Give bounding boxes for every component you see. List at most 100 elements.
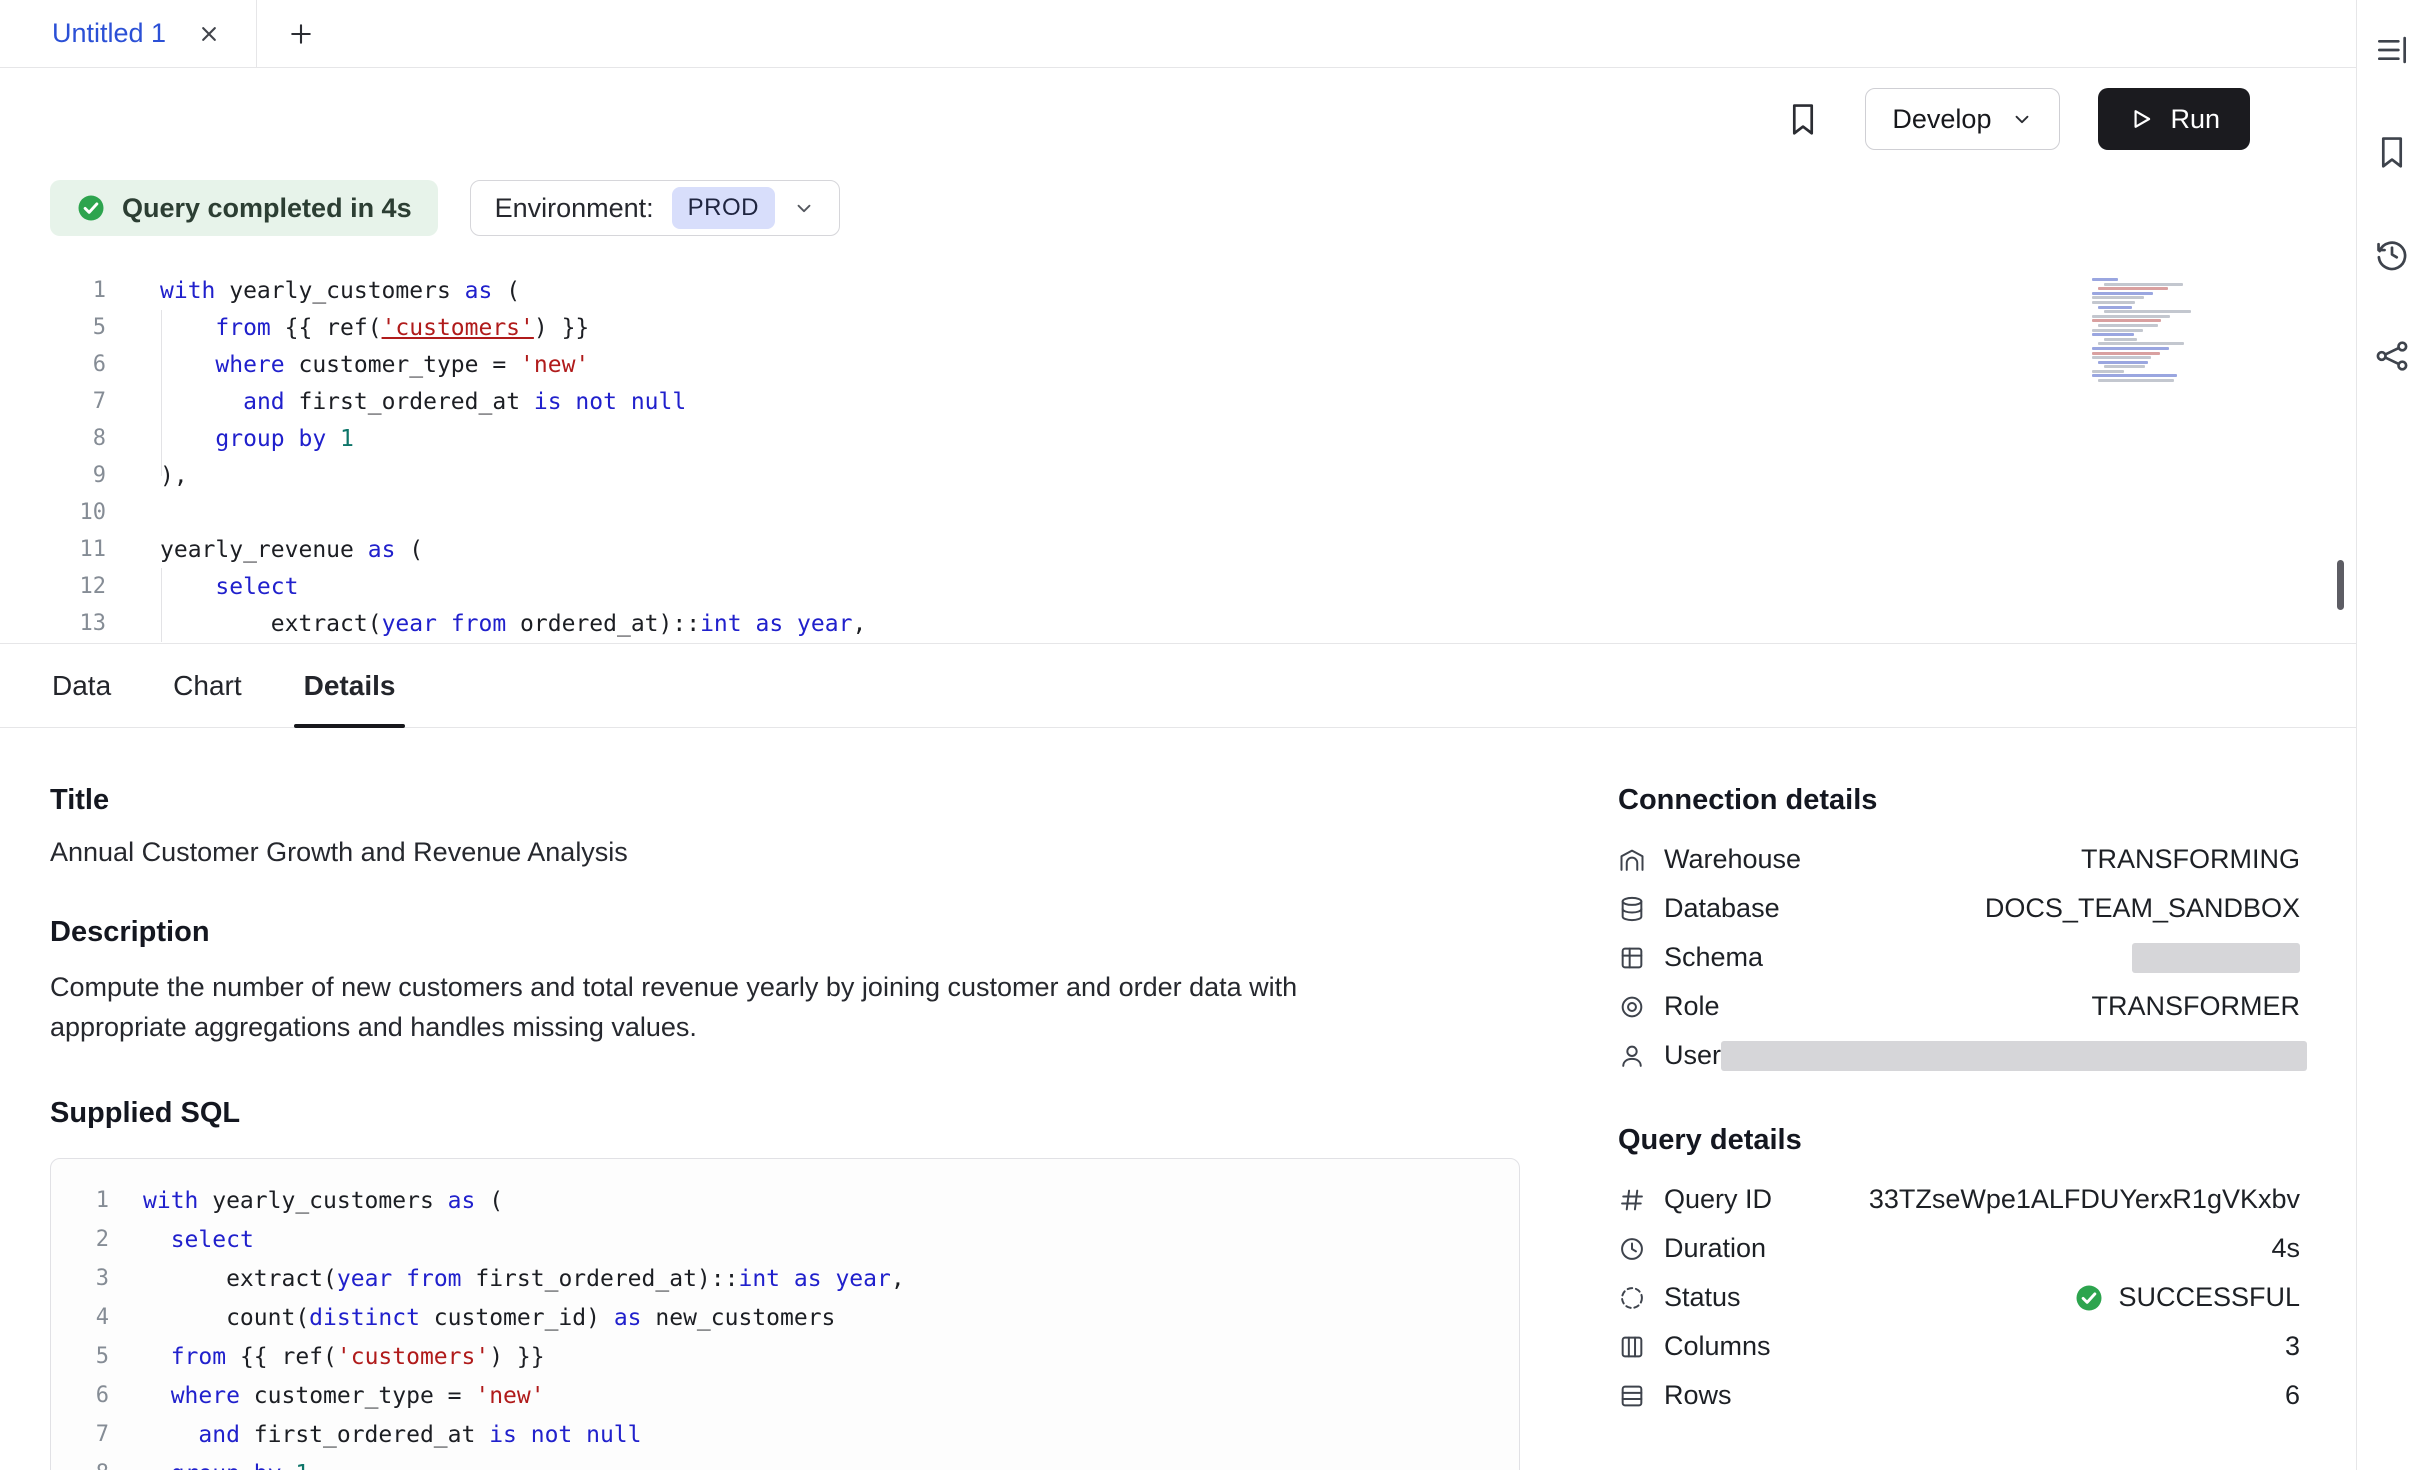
detail-label: Rows [1618,1380,1732,1411]
query-detail-row: StatusSUCCESSFUL [1618,1273,2300,1322]
detail-label: Role [1618,991,1720,1022]
line-number: 4 [51,1305,109,1330]
connection-row: Schema [1618,933,2300,982]
code-line: 1with yearly_customers as ( [51,1181,1519,1220]
line-number: 2 [51,1227,109,1252]
close-tab-button[interactable] [194,19,224,49]
lineage-button[interactable] [2368,332,2416,380]
detail-label: Duration [1618,1233,1766,1264]
editor-scrollbar[interactable] [2337,560,2344,610]
user-icon [1618,1042,1646,1070]
chevron-down-icon [2011,108,2033,130]
code-text: from {{ ref('customers') }} [106,315,589,341]
toolbar: Develop Run [0,68,2356,170]
query-list-icon [2373,31,2411,69]
code-line: 12 select [0,568,2356,605]
main-area: Untitled 1 Develop [0,0,2356,1470]
code-text: ), [106,463,188,489]
query-status-text: Query completed in 4s [122,193,412,224]
environment-selector[interactable]: Environment: PROD [470,180,840,236]
code-text: where customer_type = 'new' [106,352,589,378]
details-right-column: Connection details Warehouse TRANSFORMING… [1618,728,2300,1470]
description-value: Compute the number of new customers and … [50,967,1430,1047]
code-line: 4 count(distinct customer_id) as new_cus… [51,1298,1519,1337]
supplied-sql-heading: Supplied SQL [50,1097,1520,1130]
editor-tab-untitled[interactable]: Untitled 1 [0,0,257,67]
line-number: 8 [0,426,106,451]
detail-label: Query ID [1618,1184,1772,1215]
status-icon [1618,1284,1646,1312]
bookmark-button[interactable] [2368,128,2416,176]
schema-icon [1618,944,1646,972]
supplied-sql-block: 1with yearly_customers as (2 select3 ext… [50,1158,1520,1470]
editor-code: 1with yearly_customers as (5 from {{ ref… [0,272,2356,642]
query-details-heading: Query details [1618,1124,2300,1157]
detail-value: 3 [2285,1331,2300,1362]
code-text: and first_ordered_at is not null [106,389,686,415]
line-number: 6 [51,1383,109,1408]
develop-dropdown-button[interactable]: Develop [1865,88,2060,150]
run-label: Run [2170,104,2220,135]
app-root: Untitled 1 Develop [0,0,2426,1470]
code-text: group by 1 [106,426,354,452]
query-detail-row: Columns3 [1618,1322,2300,1371]
description-heading: Description [50,916,1520,949]
masked-value [2132,943,2300,973]
detail-value: TRANSFORMING [2081,844,2300,875]
code-text: from {{ ref('customers') }} [109,1344,545,1370]
detail-value: 6 [2285,1380,2300,1411]
bookmark-button[interactable] [1779,95,1827,143]
code-line: 5 from {{ ref('customers') }} [51,1337,1519,1376]
supplied-sql-code: 1with yearly_customers as (2 select3 ext… [51,1181,1519,1470]
connection-row: Warehouse TRANSFORMING [1618,835,2300,884]
tab-details[interactable]: Details [302,644,398,727]
code-line: 1with yearly_customers as ( [0,272,2356,309]
line-number: 1 [51,1188,109,1213]
rows-icon [1618,1382,1646,1410]
connection-row: DatabaseDOCS_TEAM_SANDBOX [1618,884,2300,933]
develop-label: Develop [1892,104,1991,135]
code-text: extract(year from ordered_at)::int as ye… [106,611,866,637]
lineage-icon [2373,337,2411,375]
code-line: 8 group by 1 [51,1454,1519,1470]
code-text: extract(year from first_ordered_at)::int… [109,1266,905,1292]
sql-editor[interactable]: 1with yearly_customers as (5 from {{ ref… [0,266,2356,644]
tab-data[interactable]: Data [50,644,113,727]
code-text: count(distinct customer_id) as new_custo… [109,1305,835,1331]
line-number: 6 [0,352,106,377]
code-text: with yearly_customers as ( [109,1188,503,1214]
tab-chart[interactable]: Chart [171,644,243,727]
code-line: 13 extract(year from ordered_at)::int as… [0,605,2356,642]
new-tab-button[interactable] [271,0,331,67]
connection-details-heading: Connection details [1618,784,2300,817]
columns-icon [1618,1333,1646,1361]
code-text: yearly_revenue as ( [106,537,423,563]
detail-label: Warehouse [1618,844,1801,875]
line-number: 13 [0,611,106,636]
detail-label: Status [1618,1282,1741,1313]
code-text: where customer_type = 'new' [109,1383,545,1409]
code-line: 7 and first_ordered_at is not null [0,383,2356,420]
hash-icon [1618,1186,1646,1214]
check-circle-icon [2074,1283,2104,1313]
status-row: Query completed in 4s Environment: PROD [0,170,2356,266]
query-status-pill: Query completed in 4s [50,180,438,236]
history-button[interactable] [2368,230,2416,278]
code-text: select [106,574,298,600]
line-number: 7 [51,1422,109,1447]
database-icon [1618,895,1646,923]
code-line: 5 from {{ ref('customers') }} [0,309,2356,346]
detail-value: DOCS_TEAM_SANDBOX [1985,893,2300,924]
indent-guide [161,568,162,642]
code-line: 6 where customer_type = 'new' [51,1376,1519,1415]
title-value: Annual Customer Growth and Revenue Analy… [50,837,1520,868]
history-icon [2373,235,2411,273]
connection-rows: Warehouse TRANSFORMING DatabaseDOCS_TEAM_S… [1618,835,2300,1080]
details-panel: Title Annual Customer Growth and Revenue… [0,728,2356,1470]
minimap[interactable] [2090,278,2208,388]
line-number: 7 [0,389,106,414]
code-line: 11yearly_revenue as ( [0,531,2356,568]
query-list-button[interactable] [2368,26,2416,74]
chevron-down-icon [793,197,815,219]
run-button[interactable]: Run [2098,88,2250,150]
